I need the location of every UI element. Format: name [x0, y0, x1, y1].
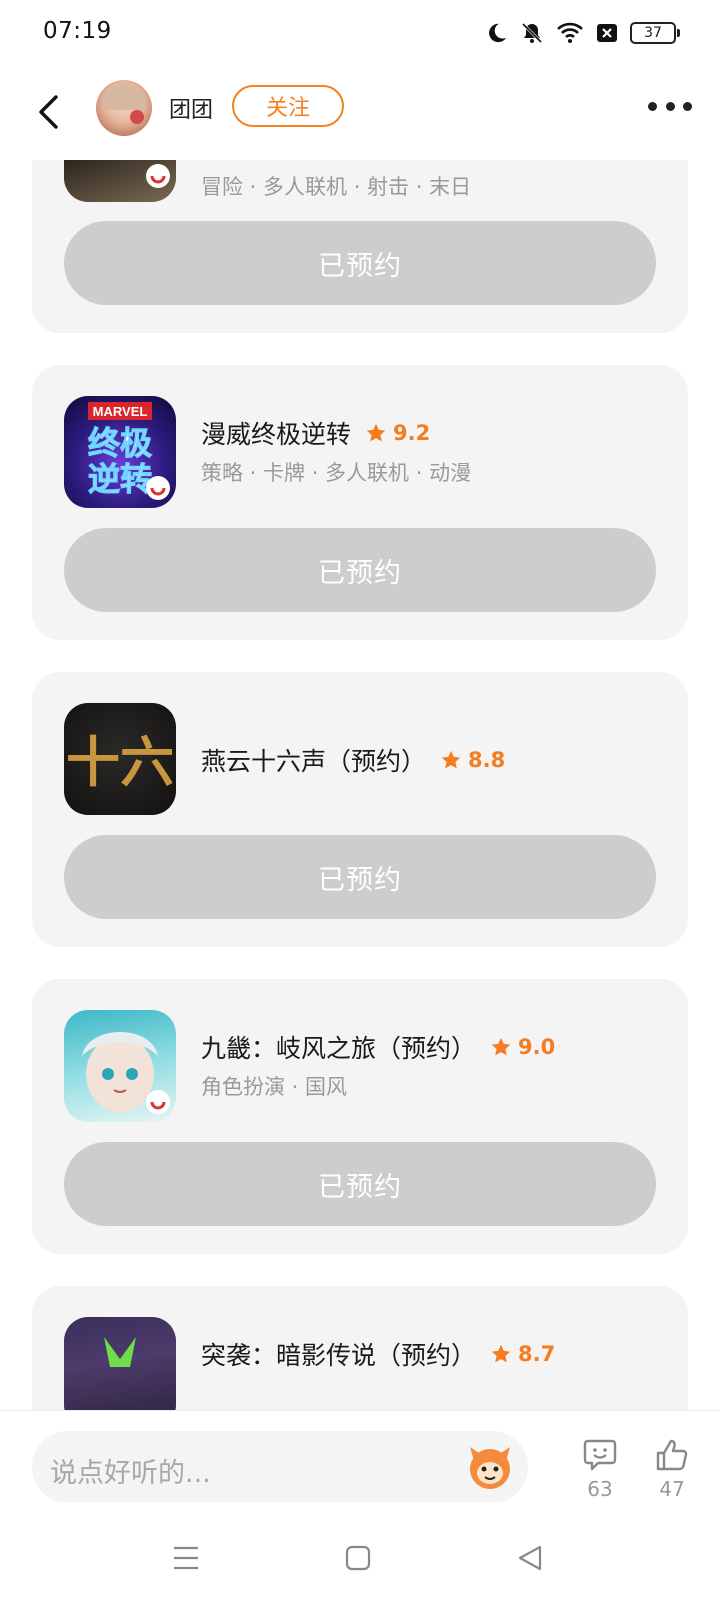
game-tags: 角色扮演 · 国风: [201, 1075, 348, 1099]
like-action[interactable]: 47: [644, 1435, 700, 1501]
rating: 8.7: [490, 1342, 555, 1366]
follow-button[interactable]: 关注: [232, 85, 344, 127]
game-card: 十六 燕云十六声（预约） 8.8 已预约: [32, 672, 688, 947]
rating-value: 9.0: [518, 1035, 556, 1059]
reserved-button[interactable]: 已预约: [64, 528, 656, 612]
game-icon-tuxi[interactable]: [64, 1317, 176, 1410]
rating: 9.2: [365, 421, 430, 445]
game-title[interactable]: 漫威终极逆转 9.2: [201, 415, 430, 451]
game-name: 漫威终极逆转: [201, 420, 352, 449]
thumbs-up-icon: [656, 1439, 688, 1471]
star-icon: [491, 1037, 511, 1056]
rating-value: 8.7: [518, 1342, 556, 1366]
sim-x-icon: [596, 23, 618, 43]
battery-icon: 37: [630, 22, 680, 44]
star-icon: [491, 1344, 511, 1363]
game-title[interactable]: 燕云十六声（预约） 8.8: [201, 742, 505, 778]
system-nav-bar: [0, 1502, 720, 1612]
status-time: 07:19: [43, 18, 112, 44]
game-name: 燕云十六声（预约）: [201, 747, 427, 776]
back-icon: [39, 95, 58, 129]
game-tags: 冒险 · 多人联机 · 射击 · 末日: [201, 175, 472, 199]
game-title[interactable]: 九畿：岐风之旅（预约） 9.0: [201, 1029, 555, 1065]
moon-icon: [486, 22, 508, 44]
game-tags: 策略 · 卡牌 · 多人联机 · 动漫: [201, 461, 472, 485]
game-list[interactable]: 冒险 · 多人联机 · 射击 · 末日 已预约 MARVEL 终极 逆转 漫威终…: [0, 160, 720, 1410]
marvel-art-line1: 终极: [88, 424, 152, 462]
back-triangle-icon: [518, 1545, 542, 1571]
status-icons: 37: [486, 18, 680, 48]
star-icon: [366, 423, 386, 442]
wifi-icon: [556, 22, 584, 44]
menu-icon: [174, 1546, 198, 1570]
rating: 8.8: [440, 748, 505, 772]
home-icon: [345, 1545, 371, 1571]
game-icon-jiuji[interactable]: [64, 1010, 176, 1122]
rating-value: 9.2: [393, 421, 431, 445]
game-card: MARVEL 终极 逆转 漫威终极逆转 9.2 策略 · 卡牌 · 多人联机 ·…: [32, 365, 688, 640]
bottom-bar: 说点好听的... 63 47: [0, 1410, 720, 1503]
game-title[interactable]: 突袭：暗影传说（预约） 8.7: [201, 1336, 555, 1372]
avatar[interactable]: [96, 80, 152, 136]
comment-icon: [583, 1439, 617, 1471]
game-card: 突袭：暗影传说（预约） 8.7: [32, 1286, 688, 1410]
game-icon-apocalypse[interactable]: [64, 160, 176, 202]
yanyun-art-text: 十六: [66, 730, 174, 794]
game-name: 突袭：暗影传说（预约）: [201, 1341, 477, 1370]
comment-action[interactable]: 63: [572, 1435, 628, 1501]
comment-count: 63: [587, 1477, 613, 1501]
star-icon: [441, 750, 461, 769]
reserved-button[interactable]: 已预约: [64, 835, 656, 919]
back-button[interactable]: [30, 90, 66, 134]
rating-value: 8.8: [468, 748, 506, 772]
more-button[interactable]: [648, 96, 692, 116]
rating: 9.0: [490, 1035, 555, 1059]
game-icon-yanyun[interactable]: 十六: [64, 703, 176, 815]
marvel-art-line2: 逆转: [88, 460, 152, 498]
reserved-button[interactable]: 已预约: [64, 1142, 656, 1226]
like-count: 47: [659, 1477, 685, 1501]
game-card: 冒险 · 多人联机 · 射击 · 末日 已预约: [32, 160, 688, 333]
marvel-logo-text: MARVEL: [93, 404, 148, 419]
mascot-icon[interactable]: [464, 1441, 516, 1493]
nav-menu-button[interactable]: [164, 1536, 208, 1580]
reserved-button[interactable]: 已预约: [64, 221, 656, 305]
top-bar: 团团 关注: [0, 66, 720, 160]
more-icon: [648, 101, 657, 111]
bell-off-icon: [520, 21, 544, 45]
game-icon-marvel[interactable]: MARVEL 终极 逆转: [64, 396, 176, 508]
nav-back-button[interactable]: [508, 1536, 552, 1580]
game-card: 九畿：岐风之旅（预约） 9.0 角色扮演 · 国风 已预约: [32, 979, 688, 1254]
status-bar: 07:19 37: [0, 0, 720, 66]
username[interactable]: 团团: [169, 92, 213, 124]
game-name: 九畿：岐风之旅（预约）: [201, 1034, 477, 1063]
nav-home-button[interactable]: [336, 1536, 380, 1580]
comment-placeholder: 说点好听的...: [50, 1458, 211, 1489]
comment-input[interactable]: 说点好听的...: [32, 1431, 528, 1503]
